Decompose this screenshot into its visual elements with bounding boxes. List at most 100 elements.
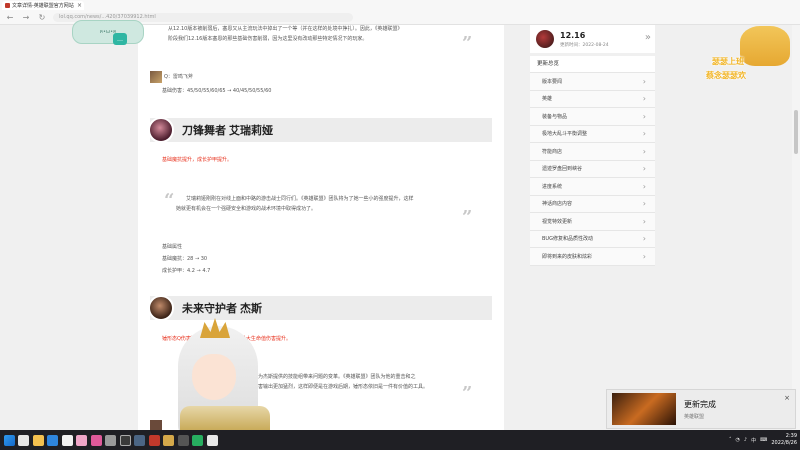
volume-icon[interactable]: ♪ [744, 437, 747, 443]
skill-label: Q：雷鸣飞斧 [164, 74, 193, 80]
toc-item-label: 符能商店 [542, 148, 563, 155]
clock-time: 2:39 [785, 433, 797, 439]
patch-info: 12.16 更新时间：2022-08-24 [560, 31, 609, 48]
toc-item-label: 装备与物品 [542, 113, 568, 120]
chevron-right-icon: › [642, 199, 646, 209]
toc-item[interactable]: 极地大乱斗平衡调整 › [530, 125, 655, 143]
app-icon[interactable] [119, 434, 131, 446]
close-icon[interactable]: × [784, 394, 790, 402]
chevron-right-icon: › [642, 129, 646, 139]
chibi-character-image [740, 26, 790, 66]
task-view-icon[interactable] [18, 434, 29, 446]
chevron-right-icon: › [642, 76, 646, 86]
toc-item-label: 英雄 [542, 96, 553, 103]
toc-item-label: 进度系统 [542, 183, 563, 190]
toc-item[interactable]: 进度系统 › [530, 178, 655, 196]
app-icon[interactable] [177, 434, 189, 446]
app-icon[interactable] [90, 434, 102, 446]
champion-avatar-partial [150, 420, 162, 430]
toc-item[interactable]: BUG修复和品质性改动 › [530, 230, 655, 248]
champion-name: 刀锋舞者 艾瑞莉娅 [182, 125, 274, 137]
quote-text: 从12.10版本被削弱后，塞恩又从主流玩法中掉出了一个等（并在这样的处境中挣扎）… [168, 26, 403, 32]
lol-favicon-icon [5, 3, 10, 8]
language-indicator[interactable]: 中 [751, 437, 756, 444]
patch-date: 更新时间：2022-08-24 [560, 42, 609, 48]
app-icon[interactable] [76, 434, 87, 446]
file-explorer-icon[interactable] [32, 434, 44, 446]
notification-body: 更新完成 英雄联盟 [684, 399, 716, 420]
quote-text: 她就更有机会在一个强硬安全和游戏的战术环境中取得成功了。 [176, 206, 317, 212]
edge-icon[interactable] [47, 434, 58, 446]
chevron-right-icon: › [642, 181, 646, 191]
app-icon[interactable] [206, 434, 218, 446]
clock-date: 2022/8/26 [771, 440, 797, 446]
toc-item-label: 神话商店内容 [542, 201, 573, 208]
toc-item-label: 极地大乱斗平衡调整 [542, 131, 588, 138]
toc-title: 更新总览 [530, 56, 655, 73]
quote-text: 阶段我们12.16版本塞恩的那些基础伤害削弱，因为这里没有改动那些特定情况下的玩… [168, 36, 368, 42]
patch-version: 12.16 [560, 30, 586, 40]
network-icon[interactable]: ◔ [736, 437, 740, 443]
vtuber-face [192, 354, 236, 400]
app-icon[interactable] [105, 434, 116, 446]
start-icon[interactable] [3, 434, 15, 446]
scrollbar-thumb[interactable] [794, 110, 798, 154]
open-quote-icon: “ [164, 190, 175, 211]
notification-toast[interactable]: 更新完成 英雄联盟 × [606, 389, 796, 429]
quote-text: 艾瑞莉娅刚刚在对线上面和中路的游击战士同行们。《英雄联盟》团队将为了她一些小的强… [186, 196, 414, 202]
toc-item-label: 即将到来的皮肤和炫彩 [542, 253, 593, 260]
input-method-icon[interactable]: ⌨ [760, 437, 767, 443]
toc-list: 版本要闻 › 英雄 › 装备与物品 › 极地大乱斗平衡调整 › 符能商店 › 遗迹罗盘回到峡谷 › 进度… [530, 73, 655, 266]
app-icon[interactable] [192, 434, 203, 446]
toc-item[interactable]: 英雄 › [530, 90, 655, 108]
toc-item-label: BUG修复和品质性改动 [542, 236, 593, 243]
close-icon[interactable]: × [77, 2, 84, 9]
reload-icon[interactable]: ↻ [37, 13, 47, 22]
chrome-icon[interactable] [61, 434, 73, 446]
chevron-right-icon: › [642, 234, 646, 244]
stats-title: 基础属性 [162, 244, 183, 250]
stat-line: 基础魔抗：28 → 30 [162, 256, 208, 262]
stream-logo: ฅ•ω•ฅ [72, 20, 144, 44]
skill-values: 基础伤害：45/50/55/60/65 → 40/45/50/55/60 [162, 88, 272, 94]
notification-title: 更新完成 [684, 399, 716, 409]
toc-item[interactable]: 即将到来的皮肤和炫彩 › [530, 248, 655, 266]
chevron-right-icon: › [642, 251, 646, 261]
notification-subtitle: 英雄联盟 [684, 413, 705, 420]
vtuber-robe [180, 406, 270, 430]
champion-header: 未来守护者 杰斯 [148, 295, 492, 321]
browser-tab[interactable]: 文章详情-英雄联盟官方网站 × [2, 1, 84, 10]
back-icon[interactable]: ← [5, 13, 15, 22]
league-client-icon[interactable] [163, 434, 174, 446]
toc-item[interactable]: 版本要闻 › [530, 73, 655, 91]
toc-item[interactable]: 神话商店内容 › [530, 195, 655, 213]
stat-line: 成长护甲：4.2 → 4.7 [162, 268, 211, 274]
table-of-contents: 更新总览 版本要闻 › 英雄 › 装备与物品 › 极地大乱斗平衡调整 › 符能商店 › 遗迹罗盘回到… [530, 56, 655, 266]
chevron-right-icon: › [642, 146, 646, 156]
taskbar: ˄ ◔ ♪ 中 ⌨ 2:39 2022/8/26 [0, 430, 800, 450]
change-summary: 基础魔抗提升，成长护甲提升。 [162, 157, 233, 163]
close-quote-icon: ” [462, 383, 473, 404]
sticker-text: 瑟瑟上班 [712, 57, 744, 66]
system-tray: ˄ ◔ ♪ 中 ⌨ 2:39 2022/8/26 [729, 430, 797, 450]
chat-bubble-icon[interactable]: … [113, 33, 127, 45]
clock[interactable]: 2:39 2022/8/26 [771, 433, 797, 447]
skill-icon [150, 71, 162, 83]
patch-card[interactable]: 12.16 更新时间：2022-08-24 » [530, 25, 655, 53]
patch-avatar [536, 30, 554, 48]
toc-item-label: 视觉特效更新 [542, 218, 573, 225]
close-quote-icon: ” [462, 207, 473, 228]
chevron-right-icon: › [642, 111, 646, 121]
forward-icon[interactable]: → [21, 13, 31, 22]
toc-item[interactable]: 符能商店 › [530, 143, 655, 161]
vtuber-crown [200, 318, 230, 338]
toc-item[interactable]: 遗迹罗盘回到峡谷 › [530, 160, 655, 178]
chevron-up-icon[interactable]: ˄ [729, 437, 732, 443]
steam-icon[interactable] [134, 434, 145, 446]
toc-item[interactable]: 装备与物品 › [530, 108, 655, 126]
toc-item[interactable]: 视觉特效更新 › [530, 213, 655, 231]
double-chevron-right-icon[interactable]: » [645, 32, 651, 43]
stream-sticker: 瑟瑟上班 蔡念瑟瑟欢 [690, 26, 798, 86]
page-viewport: 从12.10版本被削弱后，塞恩又从主流玩法中掉出了一个等（并在这样的处境中挣扎）… [0, 25, 792, 430]
app-icon[interactable] [148, 434, 160, 446]
